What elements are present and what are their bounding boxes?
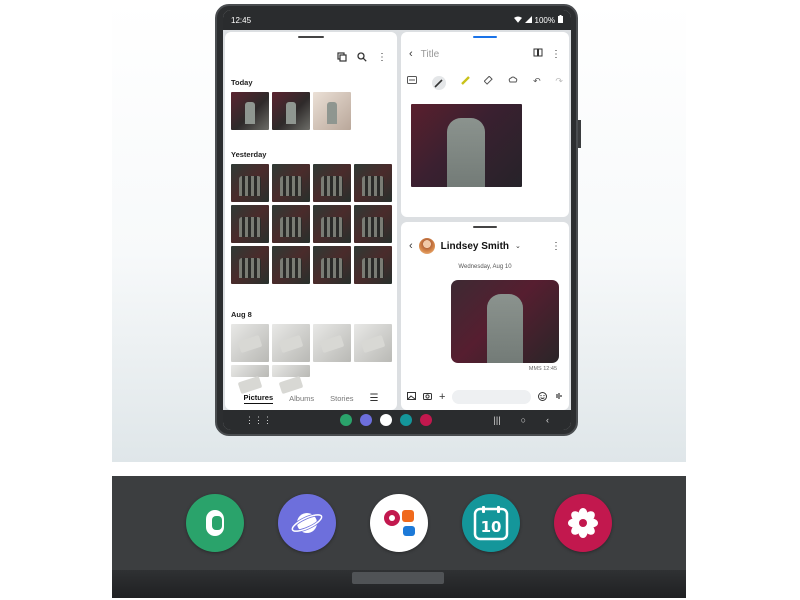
message-image[interactable] — [451, 280, 559, 363]
notes-pane: ‹ Title ⋮ ↶ ↷ — [401, 32, 569, 217]
text-box-icon[interactable] — [407, 76, 417, 90]
internet-icon[interactable] — [278, 494, 336, 552]
side-button — [578, 120, 581, 148]
book-view-icon[interactable] — [533, 48, 543, 60]
gallery-icon[interactable] — [554, 494, 612, 552]
photo-thumbnail[interactable] — [272, 246, 310, 284]
wifi-icon — [513, 16, 522, 25]
gallery-pane: ⋮ Today Yesterday Aug 8 Pictures Albums … — [225, 32, 397, 410]
status-time: 12:45 — [231, 15, 252, 25]
chevron-down-icon[interactable]: ⌄ — [515, 242, 521, 250]
photo-thumbnail[interactable] — [231, 324, 269, 362]
back-icon[interactable]: ‹ — [409, 240, 413, 252]
pen-icon[interactable] — [431, 76, 446, 90]
voice-icon[interactable] — [554, 392, 563, 402]
photo-thumbnail[interactable] — [354, 205, 392, 243]
lasso-icon[interactable] — [508, 76, 518, 90]
more-options-icon[interactable]: ⋮ — [551, 49, 561, 60]
more-options-icon[interactable]: ⋮ — [375, 50, 389, 64]
battery-percent: 100% — [534, 15, 555, 25]
photo-thumbnail[interactable] — [313, 246, 351, 284]
back-icon[interactable]: ‹ — [546, 415, 549, 425]
internet-icon[interactable] — [360, 414, 372, 426]
undo-icon[interactable]: ↶ — [533, 76, 541, 90]
contact-name[interactable]: Lindsey Smith — [441, 241, 509, 252]
message-timestamp: MMS 12:45 — [528, 366, 557, 372]
photo-thumbnail[interactable] — [354, 246, 392, 284]
back-icon[interactable]: ‹ — [409, 48, 413, 60]
photo-thumbnail[interactable] — [231, 92, 269, 130]
redo-icon[interactable]: ↷ — [555, 76, 563, 90]
phone-icon[interactable] — [340, 414, 352, 426]
avatar[interactable] — [418, 238, 435, 254]
photo-thumbnail[interactable] — [272, 324, 310, 362]
tab-stories[interactable]: Stories — [330, 394, 353, 403]
zoomed-app-row: 10 — [112, 494, 686, 552]
conversation-date: Wednesday, Aug 10 — [458, 264, 512, 270]
calendar-date: 10 — [481, 518, 502, 536]
message-input[interactable] — [452, 390, 531, 404]
photo-thumbnail[interactable] — [354, 164, 392, 202]
gallery-icon[interactable] — [420, 414, 432, 426]
notes-toolbar: ↶ ↷ — [407, 75, 563, 90]
taskbar-apps — [340, 414, 432, 426]
photo-thumbnail[interactable] — [231, 246, 269, 284]
phone-icon[interactable] — [186, 494, 244, 552]
search-icon[interactable] — [355, 50, 369, 64]
emoji-icon[interactable] — [538, 391, 547, 403]
recents-icon[interactable]: ||| — [494, 415, 501, 425]
home-icon[interactable]: ○ — [521, 415, 526, 425]
photo-thumbnail[interactable] — [231, 164, 269, 202]
phone-screen: 12:45 100% ⋮ Today Yesterday Aug 8 Pictu… — [223, 10, 571, 430]
battery-icon — [558, 15, 563, 25]
tab-albums[interactable]: Albums — [289, 394, 314, 403]
photo-thumbnail[interactable] — [354, 324, 392, 362]
photo-thumbnail[interactable] — [272, 92, 310, 130]
messages-pane: ‹ Lindsey Smith ⌄ ⋮ Wednesday, Aug 10 MM… — [401, 222, 569, 410]
app-drawer-icon[interactable]: ⋮⋮⋮ — [245, 415, 272, 426]
photo-thumbnail[interactable] — [231, 365, 269, 377]
add-icon[interactable]: + — [439, 391, 445, 403]
section-label-aug8: Aug 8 — [231, 310, 252, 319]
photo-thumbnail[interactable] — [272, 164, 310, 202]
photo-thumbnail[interactable] — [272, 365, 310, 377]
pane-drag-handle[interactable] — [298, 36, 324, 38]
messages-icon[interactable] — [370, 494, 428, 552]
gallery-tab-bar: Pictures Albums Stories ☰ — [225, 393, 397, 404]
signal-icon — [524, 15, 532, 25]
highlighter-icon[interactable] — [460, 76, 470, 90]
calendar-icon[interactable]: 10 — [462, 494, 520, 552]
tab-pictures[interactable]: Pictures — [243, 393, 274, 404]
eraser-icon[interactable] — [483, 75, 494, 90]
note-title-input[interactable]: Title — [421, 49, 525, 60]
select-icon[interactable] — [335, 50, 349, 64]
photo-thumbnail[interactable] — [313, 92, 351, 130]
taskbar: ⋮⋮⋮ ||| ○ ‹ — [223, 410, 571, 430]
hinge — [352, 572, 444, 584]
photo-thumbnail[interactable] — [313, 205, 351, 243]
photo-thumbnail[interactable] — [231, 205, 269, 243]
message-compose-bar: + — [407, 390, 563, 404]
photo-thumbnail[interactable] — [313, 164, 351, 202]
hamburger-icon[interactable]: ☰ — [370, 393, 379, 404]
photo-thumbnail[interactable] — [272, 205, 310, 243]
inserted-image[interactable] — [411, 104, 522, 187]
more-options-icon[interactable]: ⋮ — [551, 241, 561, 252]
pane-drag-handle[interactable] — [473, 226, 497, 228]
pane-drag-handle[interactable] — [473, 36, 497, 38]
calendar-icon[interactable] — [400, 414, 412, 426]
photo-thumbnail[interactable] — [313, 324, 351, 362]
section-label-today: Today — [231, 78, 253, 87]
status-bar: 12:45 100% — [223, 10, 571, 30]
section-label-yesterday: Yesterday — [231, 150, 267, 159]
foldable-phone: 12:45 100% ⋮ Today Yesterday Aug 8 Pictu… — [215, 4, 578, 436]
camera-icon[interactable] — [423, 392, 432, 402]
gallery-attach-icon[interactable] — [407, 392, 416, 402]
messages-icon[interactable] — [380, 414, 392, 426]
